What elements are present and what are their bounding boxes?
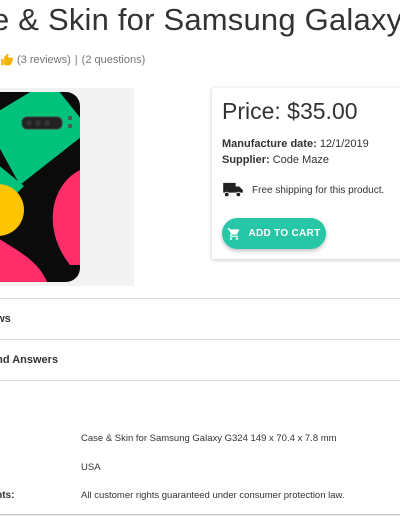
reviews-section-title: ews	[0, 313, 11, 325]
spec-value-dimensions: Case & Skin for Samsung Galaxy G324 149 …	[81, 433, 337, 444]
cart-icon	[228, 227, 240, 240]
manufacture-date: Manufacture date: 12/1/2019	[222, 138, 369, 150]
spec-value-rights: All customer rights guaranteed under con…	[81, 490, 345, 501]
questions-link[interactable]: (2 questions)	[82, 54, 146, 66]
phone-case-illustration	[0, 92, 80, 282]
product-image	[0, 88, 134, 286]
questions-section-header[interactable]: and Answers	[0, 339, 400, 380]
manufacture-date-value: 12/1/2019	[319, 138, 369, 150]
add-to-cart-button[interactable]: ADD TO CART	[222, 218, 326, 249]
shipping-text: Free shipping for this product.	[252, 184, 385, 196]
supplier-label: Supplier:	[222, 154, 270, 166]
product-title: e & Skin for Samsung Galaxy	[0, 2, 400, 37]
supplier-value: Code Maze	[272, 154, 329, 166]
thumbs-up-icon	[1, 53, 13, 66]
spec-label-rights: ghts:	[0, 490, 15, 501]
supplier: Supplier: Code Maze	[222, 154, 329, 166]
price-label: Price: $35.00	[222, 98, 358, 124]
price-card: Price: $35.00 Manufacture date: 12/1/201…	[212, 88, 400, 259]
rating-row: (3 reviews) | (2 questions)	[0, 53, 145, 67]
questions-section-title: and Answers	[0, 354, 59, 366]
reviews-section-header[interactable]: ews	[0, 298, 400, 339]
spec-value-origin: USA	[81, 462, 101, 473]
add-to-cart-label: ADD TO CART	[248, 228, 321, 239]
separator: |	[74, 54, 78, 66]
shipping-info: Free shipping for this product.	[222, 182, 384, 198]
description-panel: n Case & Skin for Samsung Galaxy G324 14…	[0, 380, 400, 515]
reviews-link[interactable]: (3 reviews)	[17, 54, 71, 66]
truck-icon	[223, 182, 243, 198]
manufacture-date-label: Manufacture date:	[222, 138, 317, 150]
